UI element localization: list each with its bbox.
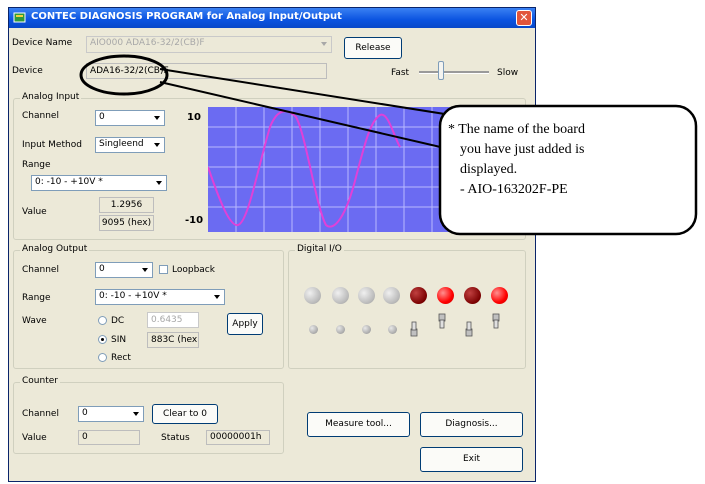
counter-status-label: Status bbox=[161, 433, 190, 443]
callout-pointer bbox=[159, 68, 471, 153]
callout-line-2: you have just added is bbox=[460, 142, 585, 157]
clear-counter-button[interactable]: Clear to 0 bbox=[152, 404, 218, 424]
input-led-4 bbox=[410, 287, 427, 304]
output-led-3 bbox=[388, 325, 397, 334]
loopback-label: Loopback bbox=[172, 265, 215, 275]
counter-channel-value: 0 bbox=[82, 408, 88, 418]
chevron-down-icon bbox=[139, 264, 151, 276]
wave-dc-radio[interactable] bbox=[98, 316, 107, 325]
input-led-1 bbox=[332, 287, 349, 304]
digital-io-title: Digital I/O bbox=[295, 244, 344, 254]
ao-channel-select[interactable]: 0 bbox=[95, 262, 153, 278]
input-led-3 bbox=[383, 287, 400, 304]
counter-value-label: Value bbox=[22, 433, 47, 443]
input-led-2 bbox=[358, 287, 375, 304]
chevron-down-icon bbox=[130, 408, 142, 420]
callout-line-3: displayed. bbox=[460, 162, 518, 177]
output-led-0 bbox=[309, 325, 318, 334]
ao-channel-value: 0 bbox=[99, 264, 105, 274]
toggle-switch-3[interactable] bbox=[491, 313, 501, 331]
ao-channel-label: Channel bbox=[22, 265, 59, 275]
dc-value-field[interactable]: 0.6435 bbox=[147, 312, 199, 328]
wave-rect-radio[interactable] bbox=[98, 353, 107, 362]
diagnosis-button[interactable]: Diagnosis... bbox=[420, 412, 523, 437]
toggle-switch-0[interactable] bbox=[409, 319, 419, 337]
input-led-0 bbox=[304, 287, 321, 304]
output-led-2 bbox=[362, 325, 371, 334]
toggle-switch-2[interactable] bbox=[464, 319, 474, 337]
apply-button[interactable]: Apply bbox=[227, 313, 263, 335]
chevron-down-icon bbox=[211, 291, 223, 303]
callout-line-4: - AIO-163202F-PE bbox=[460, 182, 568, 197]
callout-line-1: * The name of the board bbox=[448, 122, 585, 137]
counter-channel-select[interactable]: 0 bbox=[78, 406, 144, 422]
counter-status-field: 00000001h bbox=[206, 430, 270, 445]
input-led-5 bbox=[437, 287, 454, 304]
sin-hex-field: 883C (hex) bbox=[147, 332, 199, 348]
callout-text: * The name of the board you have just ad… bbox=[448, 120, 585, 200]
ao-range-select[interactable]: 0: -10 - +10V * bbox=[95, 289, 225, 305]
wave-label: Wave bbox=[22, 316, 47, 326]
analog-output-title: Analog Output bbox=[20, 244, 90, 254]
input-led-6 bbox=[464, 287, 481, 304]
counter-channel-label: Channel bbox=[22, 409, 59, 419]
wave-rect-label: Rect bbox=[111, 353, 131, 363]
output-led-1 bbox=[336, 325, 345, 334]
wave-sin-label: SIN bbox=[111, 335, 127, 345]
digital-io-group: Digital I/O bbox=[288, 244, 526, 369]
toggle-switch-1[interactable] bbox=[437, 313, 447, 331]
counter-value-field: 0 bbox=[78, 430, 140, 445]
ao-range-value: 0: -10 - +10V * bbox=[99, 291, 167, 301]
input-led-7 bbox=[491, 287, 508, 304]
wave-sin-radio[interactable] bbox=[98, 335, 107, 344]
ao-range-label: Range bbox=[22, 293, 51, 303]
highlight-ellipse bbox=[79, 54, 169, 96]
measure-tool-button[interactable]: Measure tool... bbox=[307, 412, 410, 437]
counter-title: Counter bbox=[20, 376, 60, 386]
exit-button[interactable]: Exit bbox=[420, 447, 523, 472]
loopback-checkbox[interactable] bbox=[159, 265, 168, 274]
wave-dc-label: DC bbox=[111, 316, 125, 326]
